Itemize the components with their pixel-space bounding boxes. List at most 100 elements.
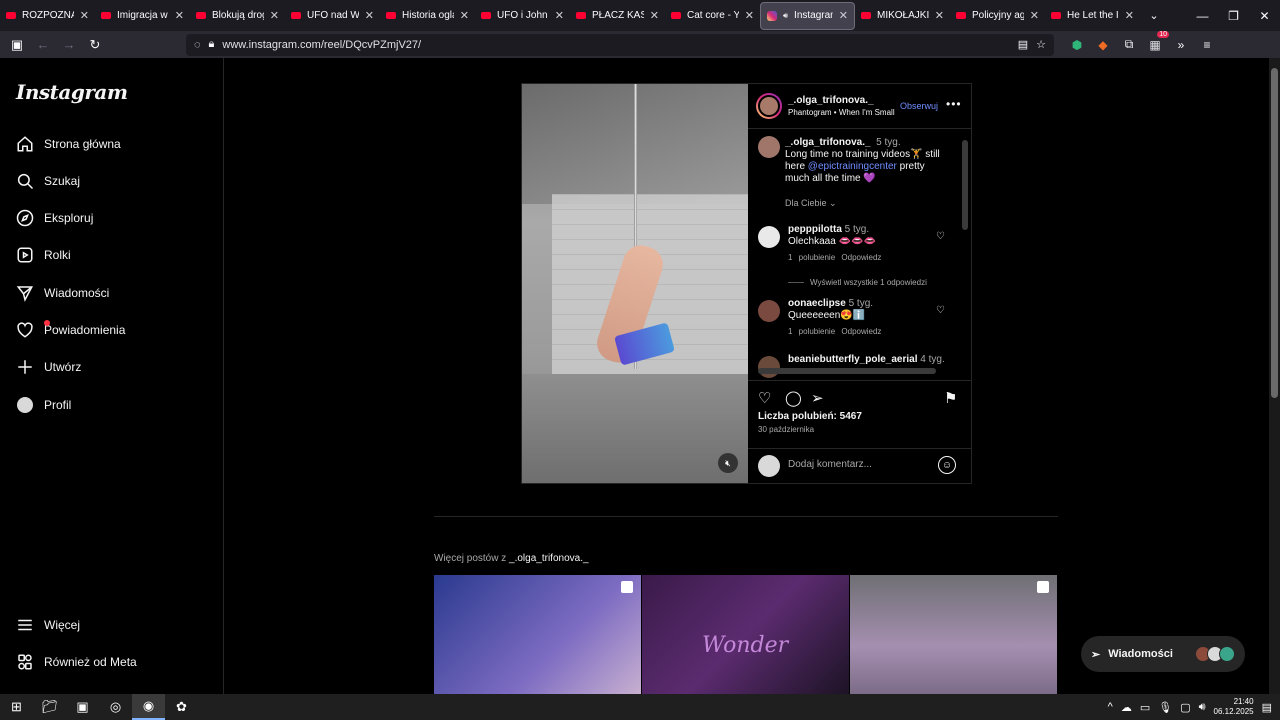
forward-icon[interactable]: → — [58, 35, 80, 55]
app-icon[interactable]: ✿ — [165, 694, 198, 720]
sidebar-item-home[interactable]: Strona główna — [16, 128, 121, 160]
extensions-puzzle-icon[interactable]: ⧉ — [1120, 36, 1138, 54]
browser-tab[interactable]: Cat core - YouTu ✕ — [665, 2, 760, 30]
comment-icon[interactable]: ◯ — [785, 389, 802, 407]
comment-avatar[interactable] — [758, 300, 780, 322]
browser-tab[interactable]: Imigracja w Pols ✕ — [95, 2, 190, 30]
likes-count[interactable]: Liczba polubień: 5467 — [758, 411, 862, 422]
browser-tab[interactable]: He Let the Intru ✕ — [1045, 2, 1140, 30]
clock[interactable]: 21:40 06.12.2025 — [1214, 697, 1254, 717]
more-post-thumbnail[interactable] — [434, 575, 641, 694]
volume-icon[interactable]: 🔊︎ — [1199, 701, 1206, 714]
tab-close-icon[interactable]: ✕ — [839, 9, 848, 22]
hamburger-menu-icon[interactable]: ≡ — [1198, 36, 1216, 54]
browser-tab[interactable]: UFO i John Kem ✕ — [475, 2, 570, 30]
bookmark-icon[interactable]: ⚑ — [944, 389, 957, 407]
tab-list-chevron-icon[interactable]: ⌄ — [1142, 9, 1166, 22]
sidebar-item-reels[interactable]: Rolki — [16, 239, 71, 271]
notification-center-icon[interactable]: ▤ — [1262, 701, 1272, 714]
author-username[interactable]: _.olga_trifonova._ — [788, 95, 874, 106]
mute-icon[interactable]: 🔇︎ — [718, 453, 738, 473]
caption-username[interactable]: _.olga_trifonova._ 5 tyg. — [785, 137, 901, 148]
tab-close-icon[interactable]: ✕ — [650, 9, 659, 22]
browser-tab[interactable]: UFO nad Waszy ✕ — [285, 2, 380, 30]
overflow-chevron-icon[interactable]: » — [1172, 36, 1190, 54]
comment-like-icon[interactable]: ♡ — [936, 305, 945, 316]
comment-like-icon[interactable]: ♡ — [936, 231, 945, 242]
tab-close-icon[interactable]: ✕ — [175, 9, 184, 22]
display-icon[interactable]: ▢ — [1180, 701, 1190, 714]
more-post-thumbnail[interactable]: Wonder — [642, 575, 849, 694]
browser-tab[interactable]: Blokują drogę, z ✕ — [190, 2, 285, 30]
tracking-shield-icon[interactable]: ◌ — [194, 39, 201, 51]
sidebar-item-search[interactable]: Szukaj — [16, 165, 80, 197]
comments-horizontal-scrollbar[interactable] — [758, 368, 936, 374]
tab-close-icon[interactable]: ✕ — [745, 9, 754, 22]
windows-start-icon[interactable]: ⊞ — [0, 694, 33, 720]
tab-audio-icon[interactable]: 🔊︎ — [783, 11, 788, 21]
tab-close-icon[interactable]: ✕ — [1125, 9, 1134, 22]
tab-close-icon[interactable]: ✕ — [460, 9, 469, 22]
url-bar[interactable]: ◌ 🔒︎ www.instagram.com/reel/DQcvPZmjV27/… — [186, 33, 1054, 56]
sidebar-item-explore[interactable]: Eksploruj — [16, 202, 93, 234]
reply-button[interactable]: Odpowiedz — [841, 327, 881, 336]
more-options-icon[interactable]: ••• — [946, 97, 962, 111]
sidebar-item-create[interactable]: Utwórz — [16, 351, 81, 383]
adblock-shield-icon[interactable]: ⬢ — [1068, 36, 1086, 54]
comment-user-text[interactable]: pepppilotta — [788, 224, 842, 235]
tab-close-icon[interactable]: ✕ — [1030, 9, 1039, 22]
audio-track[interactable]: Phantogram • When I'm Small — [788, 108, 895, 117]
browser-tab[interactable]: Historia oglądan ✕ — [380, 2, 475, 30]
minimize-icon[interactable]: — — [1187, 9, 1218, 23]
reload-icon[interactable]: ↻ — [84, 35, 106, 55]
share-icon[interactable]: ➢ — [811, 389, 824, 407]
browser-tab[interactable]: Policyjny agreso ✕ — [950, 2, 1045, 30]
sidebar-item-profile[interactable]: Profil — [16, 389, 71, 421]
post-date[interactable]: 30 października — [758, 425, 814, 434]
tab-close-icon[interactable]: ✕ — [555, 9, 564, 22]
like-icon[interactable]: ♡ — [758, 389, 771, 407]
firefox-icon[interactable]: ◉ — [132, 694, 165, 720]
url-text[interactable]: www.instagram.com/reel/DQcvPZmjV27/ — [222, 39, 1009, 51]
comment-user-text[interactable]: beaniebutterfly_pole_aerial — [788, 354, 918, 365]
browser-tab[interactable]: MIKOŁAJKI Z KA ✕ — [855, 2, 950, 30]
comments-list[interactable]: _.olga_trifonova._ 5 tyg. Long time no t… — [748, 130, 971, 378]
comment-user-text[interactable]: oonaeclipse — [788, 298, 846, 309]
sidebar-item-notifications[interactable]: Powiadomienia — [16, 314, 125, 346]
comment-likes[interactable]: 1 polubienie — [788, 327, 835, 336]
reel-video[interactable]: 🔇︎ — [522, 84, 748, 483]
tab-close-icon[interactable]: ✕ — [80, 9, 89, 22]
comment-likes[interactable]: 1 polubienie — [788, 253, 835, 262]
add-comment-input[interactable] — [788, 459, 928, 470]
browser-tab[interactable]: PŁACZ KASIX! LI ✕ — [570, 2, 665, 30]
steam-icon[interactable]: ◎ — [99, 694, 132, 720]
tray-expand-icon[interactable]: ^ — [1108, 701, 1113, 713]
author-avatar[interactable] — [756, 93, 782, 119]
view-all-replies[interactable]: Wyświetl wszystkie 1 odpowiedzi — [788, 278, 927, 287]
comment-username[interactable]: oonaeclipse 5 tyg. — [788, 298, 873, 309]
comment-avatar[interactable] — [758, 226, 780, 248]
comment-username[interactable]: pepppilotta 5 tyg. — [788, 224, 869, 235]
lock-icon[interactable]: 🔒︎ — [209, 38, 215, 51]
reader-view-icon[interactable]: ▤ — [1018, 38, 1028, 51]
caption-user-text[interactable]: _.olga_trifonova._ — [785, 137, 871, 148]
page-scrollbar[interactable] — [1269, 58, 1280, 694]
caption-mention-link[interactable]: @epictrainingcenter — [808, 161, 897, 172]
network-icon[interactable]: ▭ — [1140, 701, 1150, 714]
close-window-icon[interactable]: ✕ — [1249, 9, 1280, 23]
tab-close-icon[interactable]: ✕ — [270, 9, 279, 22]
notifications-badge-icon[interactable]: ▦ 10 — [1146, 30, 1169, 54]
tab-close-icon[interactable]: ✕ — [365, 9, 374, 22]
instagram-logo[interactable]: Instagram — [16, 80, 128, 104]
tab-close-icon[interactable]: ✕ — [935, 9, 944, 22]
file-explorer-icon[interactable]: 📁︎ — [33, 694, 66, 720]
sidebar-item-more[interactable]: Więcej — [16, 609, 80, 641]
browser-tab[interactable]: ROZPOZNAJ KO ✕ — [0, 2, 95, 30]
caption-avatar[interactable] — [758, 136, 780, 158]
browser-tab[interactable]: 🔊︎ Instagram ✕ — [760, 1, 855, 30]
app-window-icon[interactable]: ▣ — [66, 694, 99, 720]
follow-button[interactable]: Obserwuj — [900, 101, 938, 111]
comment-username[interactable]: beaniebutterfly_pole_aerial 4 tyg. — [788, 354, 945, 365]
extension-fox-icon[interactable]: ◆ — [1094, 36, 1112, 54]
sidebar-item-messages[interactable]: Wiadomości — [16, 277, 109, 309]
